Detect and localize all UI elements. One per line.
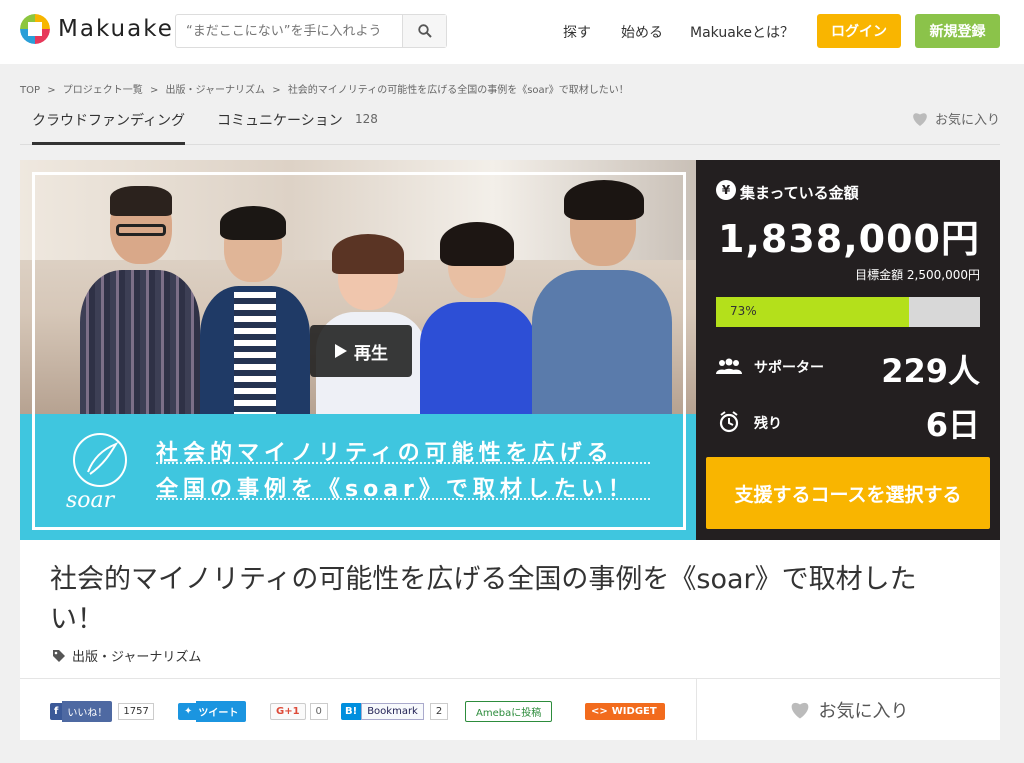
- supporters-label: サポーター: [754, 360, 824, 376]
- tweet-button[interactable]: ✦ ツイート: [178, 700, 247, 722]
- site-header: Makuake 探す 始める Makuakeとは？ ログイン 新規登録: [0, 0, 1024, 64]
- twitter-bird-icon: ✦: [178, 702, 197, 720]
- communication-count: 128: [355, 112, 378, 126]
- goal-amount: 目標金額 2,500,000円: [855, 268, 980, 282]
- gplus-label: G+1: [270, 702, 306, 720]
- progress-percent: 73%: [730, 304, 757, 318]
- supporters-icon: [716, 358, 742, 374]
- heart-icon: [913, 112, 927, 126]
- facebook-like-label: いいね！: [62, 700, 113, 722]
- login-button[interactable]: ログイン: [817, 14, 901, 48]
- favorite-button-label: お気に入り: [818, 700, 909, 722]
- signup-button[interactable]: 新規登録: [915, 14, 1000, 48]
- supporters-value: 229人: [881, 352, 980, 390]
- tweet-label: ツイート: [196, 700, 247, 722]
- logo-text: Makuake: [58, 16, 174, 42]
- breadcrumb-separator: >: [47, 85, 56, 96]
- widget-label: WIDGET: [609, 702, 665, 720]
- facebook-icon: f: [50, 702, 63, 720]
- makuake-logo[interactable]: Makuake: [20, 14, 174, 44]
- logo-mark-icon: [20, 14, 50, 44]
- project-hero-video[interactable]: soar 社会的マイノリティの可能性を広げる 全国の事例を《soar》で取材した…: [20, 160, 696, 540]
- progress-bar: 73%: [716, 297, 980, 327]
- favorite-label: お気に入り: [934, 113, 1000, 128]
- project-tabs: クラウドファンディング コミュニケーション 128: [20, 108, 1000, 145]
- hatena-label: Bookmark: [361, 702, 424, 720]
- remaining-value: 6日: [925, 406, 980, 444]
- social-share-bar: f いいね！ 1757 ✦ ツイート G+1 0 B! Bookmark 2 A…: [20, 678, 696, 740]
- funding-panel: ¥ 集まっている金額 1,838,000円 目標金額 2,500,000円 73…: [696, 160, 1000, 540]
- hatena-icon: B!: [341, 702, 362, 720]
- nav-explore[interactable]: 探す: [563, 22, 591, 42]
- support-course-button[interactable]: 支援するコースを選択する: [706, 457, 990, 529]
- breadcrumb-separator: >: [272, 85, 281, 96]
- ameba-share-button[interactable]: Amebaに投稿: [465, 700, 553, 722]
- raised-amount: 1,838,000円: [718, 217, 980, 261]
- play-icon: [335, 344, 347, 358]
- code-icon: <>: [585, 702, 610, 720]
- nav-about[interactable]: Makuakeとは？: [690, 22, 794, 42]
- search-button[interactable]: [402, 15, 446, 47]
- raised-label: 集まっている金額: [740, 184, 859, 202]
- play-button[interactable]: 再生: [310, 325, 412, 377]
- category-label: 出版・ジャーナリズム: [72, 650, 202, 665]
- nav-start[interactable]: 始める: [621, 22, 663, 42]
- breadcrumb-category[interactable]: 出版・ジャーナリズム: [166, 85, 266, 96]
- hatena-count: 2: [429, 702, 449, 720]
- gplus-button[interactable]: G+1 0: [270, 701, 328, 721]
- gplus-count: 0: [309, 702, 328, 720]
- breadcrumb-separator: >: [149, 85, 159, 96]
- play-label: 再生: [354, 343, 388, 364]
- search-box: [175, 14, 447, 48]
- tab-communication[interactable]: コミュニケーション: [217, 108, 343, 130]
- tab-crowdfunding[interactable]: クラウドファンディング: [32, 108, 186, 145]
- clock-icon: [719, 411, 739, 433]
- tag-icon: [53, 649, 65, 662]
- facebook-like-button[interactable]: f いいね！ 1757: [50, 700, 154, 722]
- breadcrumb-current: 社会的マイノリティの可能性を広げる全国の事例を《soar》で取材したい！: [287, 85, 629, 96]
- remaining-label: 残り: [754, 416, 782, 432]
- widget-button[interactable]: <> WIDGET: [585, 701, 665, 721]
- project-title: 社会的マイノリティの可能性を広げる全国の事例を《soar》で取材したい！: [50, 564, 917, 635]
- breadcrumb-top[interactable]: TOP: [20, 85, 40, 96]
- heart-icon: [791, 702, 808, 719]
- favorite-button[interactable]: お気に入り: [696, 678, 1000, 740]
- ameba-label: Amebaに投稿: [465, 700, 553, 722]
- search-input[interactable]: [176, 15, 402, 47]
- facebook-like-count: 1757: [118, 702, 154, 720]
- hatena-bookmark-button[interactable]: B! Bookmark 2: [341, 701, 449, 721]
- breadcrumb: TOP > プロジェクト一覧 > 出版・ジャーナリズム > 社会的マイノリティの…: [20, 81, 629, 96]
- breadcrumb-projects[interactable]: プロジェクト一覧: [63, 85, 143, 96]
- project-header: 社会的マイノリティの可能性を広げる全国の事例を《soar》で取材したい！ 出版・…: [20, 540, 1000, 678]
- search-icon: [417, 24, 432, 38]
- yen-icon: ¥: [716, 180, 736, 200]
- project-category[interactable]: 出版・ジャーナリズム: [52, 646, 201, 665]
- favorite-link-top[interactable]: お気に入り: [911, 109, 1000, 128]
